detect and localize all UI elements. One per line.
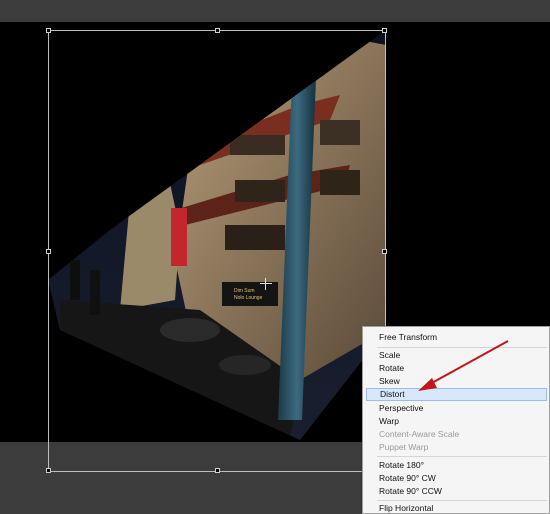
handle-bottom-center[interactable]: [215, 468, 220, 473]
menu-item-distort[interactable]: Distort: [366, 388, 547, 401]
menu-item-puppet-warp[interactable]: Puppet Warp: [363, 441, 549, 454]
menu-separator: [377, 500, 547, 501]
handle-top-right[interactable]: [382, 28, 387, 33]
menu-item-perspective[interactable]: Perspective: [363, 402, 549, 415]
menu-item-rotate-90-ccw[interactable]: Rotate 90° CCW: [363, 485, 549, 498]
menu-item-skew[interactable]: Skew: [363, 375, 549, 388]
menu-separator: [377, 347, 547, 348]
menu-item-content-aware-scale[interactable]: Content-Aware Scale: [363, 428, 549, 441]
menu-separator: [377, 456, 547, 457]
transform-context-menu: Free Transform Scale Rotate Skew Distort…: [362, 326, 550, 514]
handle-bottom-left[interactable]: [46, 468, 51, 473]
menu-item-rotate-180[interactable]: Rotate 180°: [363, 459, 549, 472]
handle-middle-left[interactable]: [46, 249, 51, 254]
handle-top-center[interactable]: [215, 28, 220, 33]
transform-bounding-box[interactable]: [46, 28, 387, 473]
menu-item-warp[interactable]: Warp: [363, 415, 549, 428]
menu-item-rotate-90-cw[interactable]: Rotate 90° CW: [363, 472, 549, 485]
handle-top-left[interactable]: [46, 28, 51, 33]
menu-item-free-transform[interactable]: Free Transform: [363, 331, 549, 344]
menu-item-rotate[interactable]: Rotate: [363, 362, 549, 375]
menu-item-scale[interactable]: Scale: [363, 349, 549, 362]
reference-point-icon[interactable]: [260, 278, 272, 290]
menu-item-flip-horizontal[interactable]: Flip Horizontal: [363, 502, 549, 513]
handle-middle-right[interactable]: [382, 249, 387, 254]
